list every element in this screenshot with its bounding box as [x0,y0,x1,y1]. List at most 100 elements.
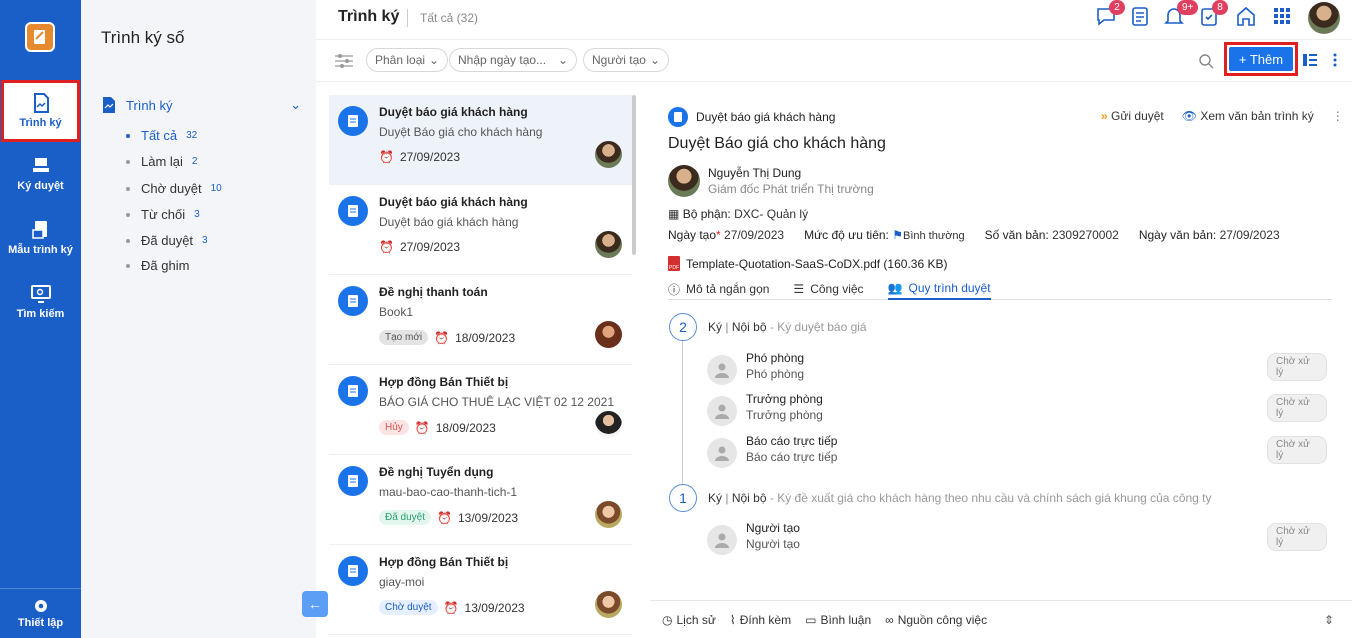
list-item-date: 13/09/2023 [464,600,525,615]
nav-group-trinh-ky[interactable]: Trình ký ⌄ [101,96,301,114]
nav-item-cho-duyet[interactable]: Chờ duyệt 10 [126,181,222,196]
detail-actions: » Gửi duyệt 👁 Xem văn bản trình ký ⋮ [1101,109,1344,123]
list-item-title: Duyệt báo giá khách hàng [379,195,528,209]
doc-date-label: Ngày văn bản: [1138,228,1217,242]
step-desc: Ký đề xuất giá cho khách hàng theo nhu c… [777,491,1212,505]
list-icon: ☰ [793,282,805,296]
rail-item-tim-kiem[interactable]: Tìm kiếm [0,271,81,333]
add-button[interactable]: + Thêm [1229,47,1293,71]
expand-icon[interactable]: ⇕ [1324,613,1334,627]
step-type: Ký [708,491,723,505]
nav-item-count: 2 [191,156,198,167]
history-label: Lịch sử [676,612,716,627]
app-rail: Trình ký Ký duyệt Mẫu trình ký Tìm kiếm … [0,0,81,638]
list-item-title: Duyệt báo giá khách hàng [379,105,528,119]
department-row: ▦ Bộ phận: DXC- Quản lý [668,207,808,221]
nav-item-da-ghim[interactable]: Đã ghim [126,258,189,273]
alarm-clock-icon: ⏰ [379,150,394,164]
more-vertical-icon[interactable]: ⋮ [1332,109,1344,123]
list-item[interactable]: Duyệt báo giá khách hàng Duyệt báo giá k… [329,185,632,275]
doc-date-value: 27/09/2023 [1219,228,1280,242]
list-item[interactable]: Hợp đồng Bán Thiết bị BÁO GIÁ CHO THUÊ L… [329,365,632,455]
step-number: 1 [669,484,697,512]
status-badge: Chờ duyệt [379,600,438,615]
chat-button[interactable]: 2 [1095,0,1125,29]
chat-badge: 2 [1109,0,1125,15]
nav-item-label: Đã duyệt [141,233,194,248]
list-item[interactable]: Đề nghị Tuyển dụng mau-bao-cao-thanh-tic… [329,455,632,545]
gear-icon [34,600,47,612]
status-badge: Chờ xử lý [1267,394,1327,422]
user-avatar[interactable] [1308,2,1340,34]
list-item-desc: BÁO GIÁ CHO THUÊ LẠC VIỆT 02 12 2021 [379,395,614,409]
rail-item-ky-duyet[interactable]: Ký duyệt [0,143,81,205]
notification-button[interactable]: 9+ [1163,0,1199,29]
creator-name: Nguyễn Thị Dung [708,166,802,180]
nav-item-da-duyet[interactable]: Đã duyệt 3 [126,233,208,248]
detail-category: Duyệt báo giá khách hàng [668,107,835,127]
rail-item-mau-trinh-ky[interactable]: Mẫu trình ký [0,207,81,269]
list-item[interactable]: Duyệt báo giá khách hàng Duyệt Báo giá c… [329,95,632,185]
attachment-button[interactable]: ⌇ Đính kèm [730,613,791,627]
more-vertical-icon[interactable] [1332,52,1338,68]
approver-row: Phó phòng Phó phòng Chờ xử lý [707,351,1327,385]
bullet-icon [126,238,130,243]
avatar [595,591,622,618]
required-mark: * [716,228,721,242]
approver-name: Trưởng phòng [746,392,823,406]
chevron-down-icon[interactable]: ⌄ [290,97,301,113]
filter-date-label: Nhập ngày tạo... [458,53,547,67]
document-icon [668,107,688,127]
document-icon [338,286,368,316]
alarm-clock-icon: ⏰ [437,510,452,525]
home-button[interactable] [1235,5,1259,29]
approver-row: Báo cáo trực tiếp Báo cáo trực tiếp Chờ … [707,434,1327,468]
detail-tabs: ⓘ Mô tả ngắn gọn ☰ Công việc 👥 Quy trình du… [668,278,1332,300]
document-icon [338,466,368,496]
send-approval-button[interactable]: » Gửi duyệt [1101,109,1164,123]
source-task-button[interactable]: ∞ Nguồn công việc [885,613,987,627]
alarm-clock-icon: ⏰ [443,600,459,615]
rail-item-trinh-ky[interactable]: Trình ký [1,80,80,142]
tab-approval-flow[interactable]: 👥 Quy trình duyệt [887,278,991,300]
list-item-title: Hợp đồng Bán Thiết bị [379,555,509,569]
tab-description[interactable]: ⓘ Mô tả ngắn gọn [668,278,769,300]
list-view-icon[interactable] [1302,52,1318,68]
collapse-panel-button[interactable]: ← [302,591,328,617]
document-list-button[interactable] [1129,5,1153,29]
list-item[interactable]: Đề nghị thanh toán Book1 Tạo mới ⏰ 18/09/2… [329,275,632,365]
filter-date[interactable]: Nhập ngày tạo... ⌄ [449,48,577,72]
app-logo-icon[interactable] [25,22,55,52]
filter-creator[interactable]: Người tạo ⌄ [583,48,669,72]
filter-classify[interactable]: Phân loại ⌄ [366,48,449,72]
list-item-title: Đề nghị thanh toán [379,285,488,299]
detail-category-label: Duyệt báo giá khách hàng [696,110,836,124]
nav-item-tu-choi[interactable]: Từ chối 3 [126,207,200,222]
view-document-button[interactable]: 👁 Xem văn bản trình ký [1182,109,1314,123]
attached-file[interactable]: PDF Template-Quotation-SaaS-CoDX.pdf (16… [668,256,947,271]
filter-settings-icon[interactable] [334,53,354,69]
document-icon [103,97,115,113]
comment-icon: ▭ [805,612,817,627]
history-button[interactable]: ◷ Lịch sử [662,613,716,627]
search-icon[interactable] [1198,53,1214,69]
list-scrollbar[interactable] [632,95,636,255]
tab-tasks[interactable]: ☰ Công việc [793,278,863,300]
rail-settings[interactable]: Thiết lập [0,588,81,638]
list-item[interactable]: Hợp đồng Bán Thiết bị giay-moi Chờ duyệt… [329,545,632,635]
users-icon: 👥 [887,281,903,295]
filter-creator-label: Người tạo [592,53,646,67]
avatar [595,231,622,258]
step-label: Ký | Nội bộ - Ký duyệt báo giá [708,320,867,334]
comment-button[interactable]: ▭ Bình luận [805,613,871,627]
step-scope: Nội bộ [731,491,767,505]
step-desc: Ký duyệt báo giá [777,320,867,334]
approver-role: Trưởng phòng [746,408,823,422]
nav-item-tat-ca[interactable]: Tất cả 32 [126,128,197,143]
tasks-button[interactable]: 8 [1198,0,1228,29]
tab-label: Mô tả ngắn gọn [686,282,770,296]
nav-item-lam-lai[interactable]: Làm lại 2 [126,154,197,169]
list-item-title: Đề nghị Tuyển dụng [379,465,494,479]
approver-role: Người tạo [746,537,800,551]
apps-button[interactable] [1271,5,1295,29]
